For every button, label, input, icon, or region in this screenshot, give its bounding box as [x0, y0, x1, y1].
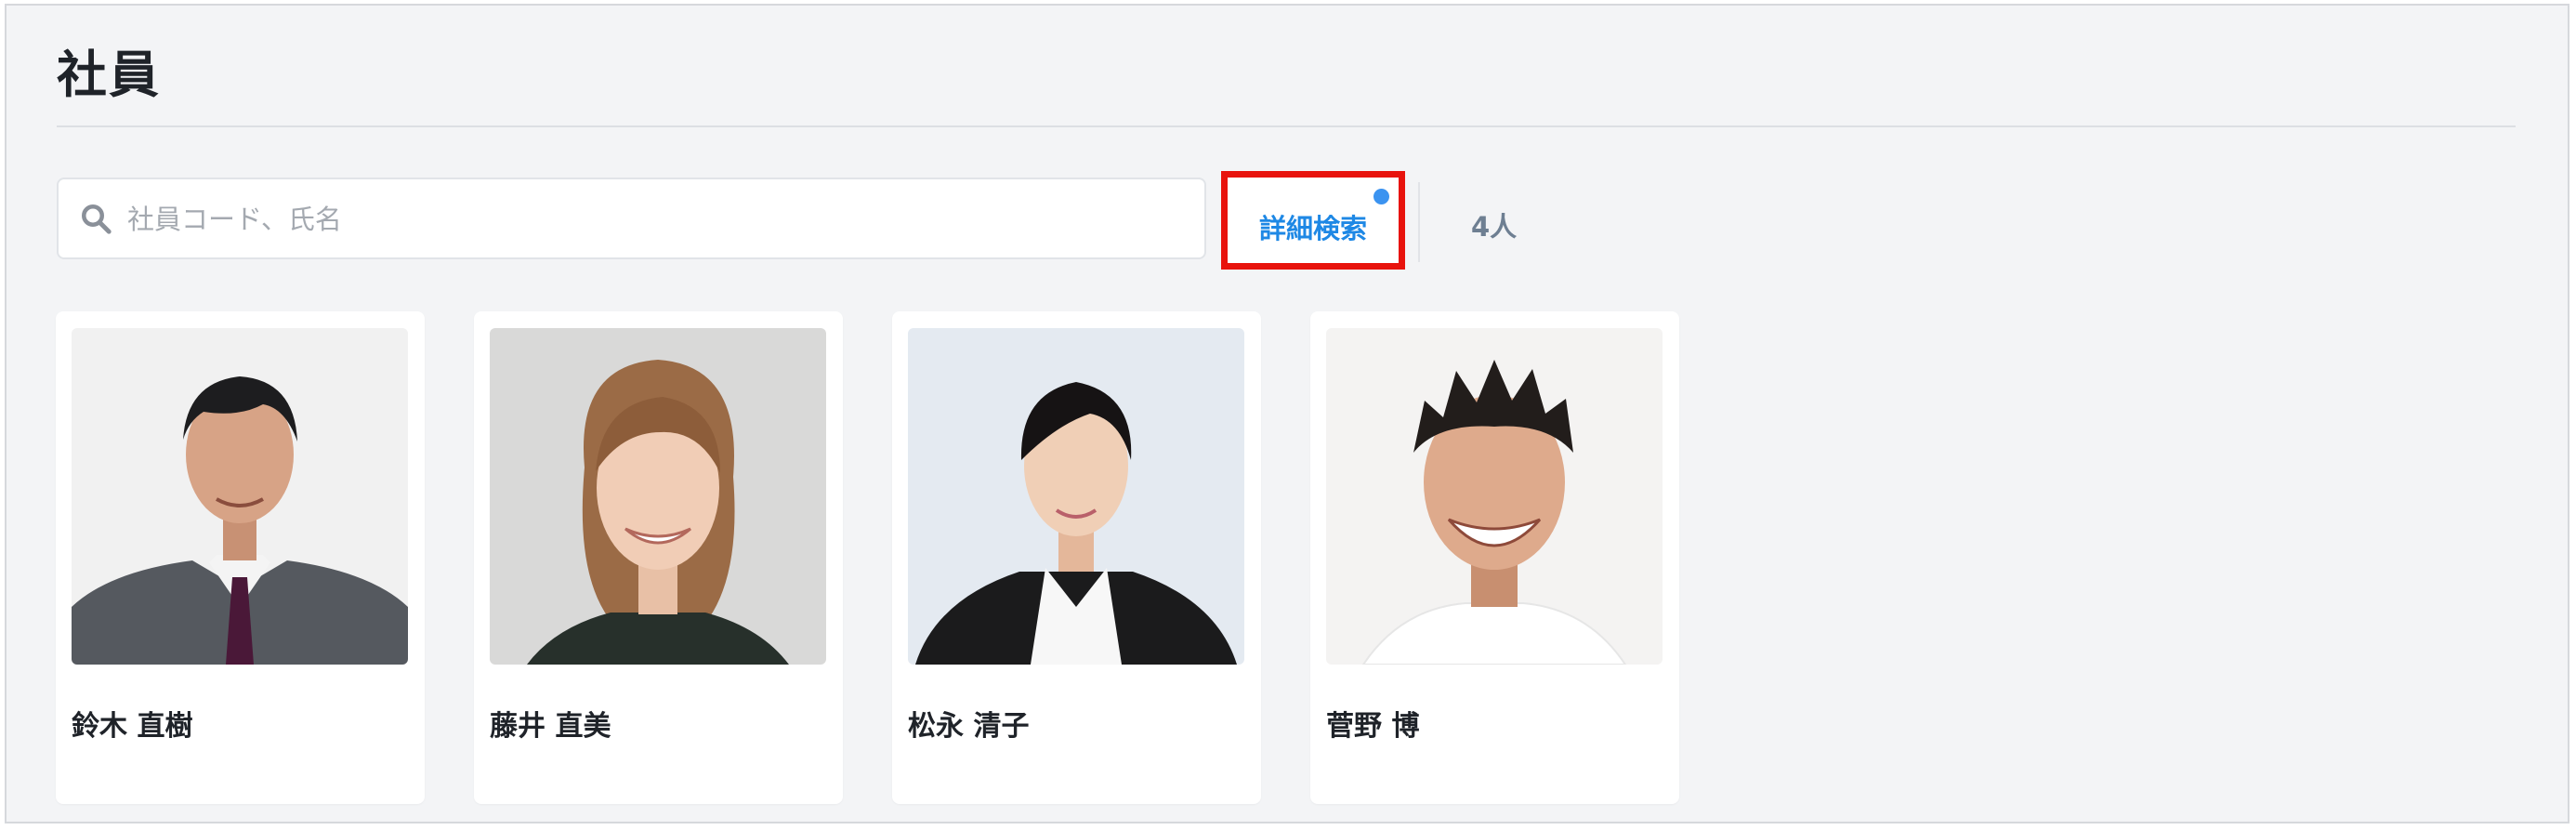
employee-directory-panel: 社員 詳細検索 4人 鈴木 直樹	[5, 4, 2569, 823]
employee-name: 菅野 博	[1326, 710, 1420, 743]
search-input[interactable]	[125, 179, 1189, 259]
search-icon	[82, 204, 112, 234]
employee-photo	[72, 328, 408, 665]
advanced-search-button[interactable]: 詳細検索	[1221, 171, 1405, 270]
employee-card[interactable]: 藤井 直美	[474, 311, 843, 804]
employee-name: 鈴木 直樹	[72, 710, 193, 743]
result-count: 4人	[1471, 211, 1518, 243]
employee-name: 松永 清子	[908, 710, 1030, 743]
employee-card[interactable]: 鈴木 直樹	[56, 311, 425, 804]
search-box[interactable]	[57, 178, 1206, 259]
page-title: 社員	[57, 46, 161, 104]
employee-photo	[908, 328, 1244, 665]
employee-card[interactable]: 菅野 博	[1310, 311, 1679, 804]
employee-name: 藤井 直美	[490, 710, 611, 743]
employee-photo	[490, 328, 826, 665]
title-divider	[57, 125, 2516, 127]
toolbar-separator	[1418, 182, 1420, 262]
employee-card[interactable]: 松永 清子	[892, 311, 1261, 804]
employee-photo	[1326, 328, 1663, 665]
advanced-search-label: 詳細検索	[1258, 213, 1367, 244]
active-filter-dot	[1373, 189, 1389, 204]
